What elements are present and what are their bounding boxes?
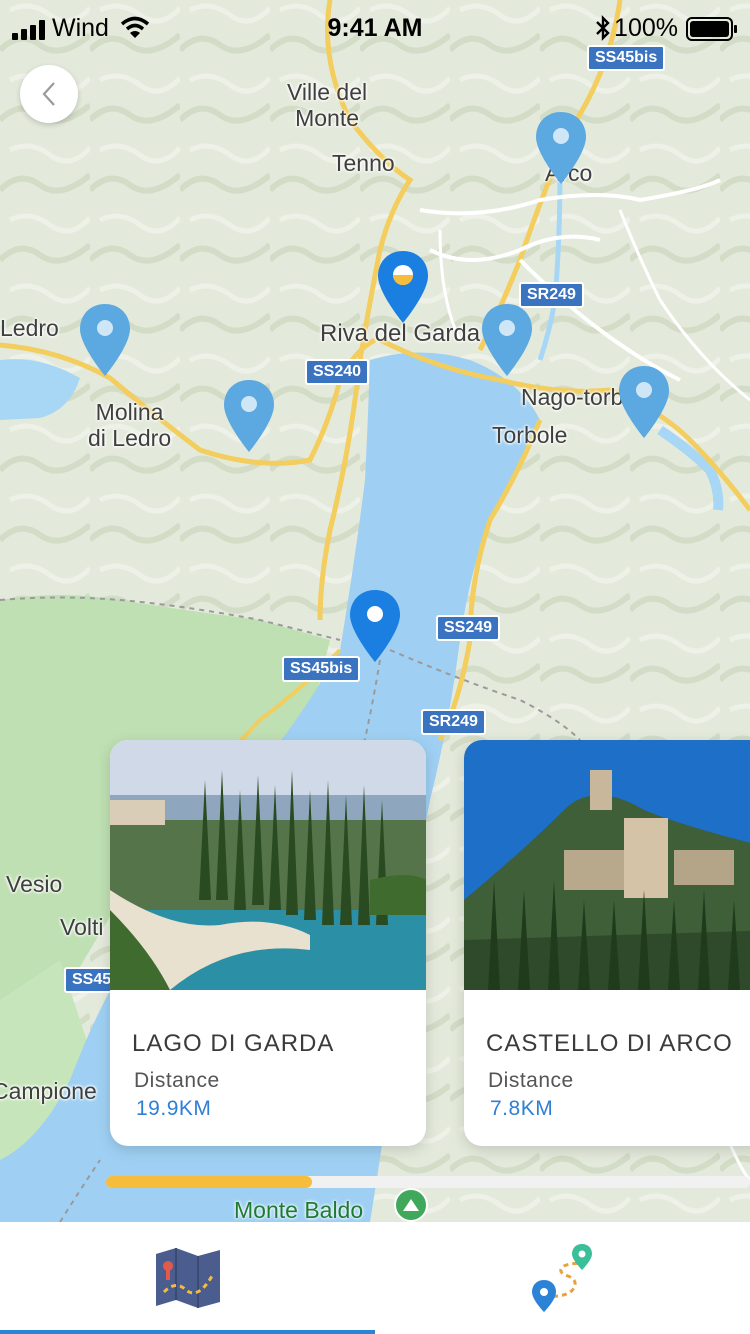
map-label-campione: Campione	[0, 1078, 97, 1104]
map-pin-lake[interactable]	[348, 588, 402, 664]
distance-label: Distance	[134, 1069, 220, 1092]
bluetooth-icon	[596, 15, 610, 41]
mountain-icon	[394, 1188, 428, 1222]
tab-map[interactable]	[0, 1222, 375, 1334]
map-label-tenno: Tenno	[332, 150, 395, 176]
map-label-monte-baldo: Monte Baldo	[234, 1197, 364, 1222]
distance-label: Distance	[488, 1069, 574, 1092]
map-pin-nago-torbole[interactable]	[617, 364, 671, 440]
map-pin-ledro[interactable]	[78, 302, 132, 378]
map-label-volti: Volti	[60, 914, 104, 940]
place-card[interactable]: CASTELLO DI ARCO Distance 7.8KM	[464, 740, 750, 1146]
active-tab-indicator	[0, 1330, 375, 1334]
place-title: LAGO DI GARDA	[132, 1030, 335, 1057]
distance-value: 19.9KM	[136, 1097, 212, 1120]
map-label-vesio: Vesio	[6, 871, 63, 897]
distance-value: 7.8KM	[490, 1097, 554, 1120]
road-shield: SS249	[436, 615, 501, 641]
place-title: CASTELLO DI ARCO	[486, 1030, 733, 1057]
carousel-progress-bar	[106, 1176, 750, 1188]
folded-map-icon	[155, 1248, 220, 1308]
map-label-torbole: Torbole	[492, 422, 568, 448]
back-button[interactable]	[20, 65, 78, 123]
road-shield: SR249	[421, 709, 486, 735]
map-pin-molina[interactable]	[222, 378, 276, 454]
battery-icon	[686, 17, 737, 41]
status-bar: Wind 9:41 AM 100%	[0, 0, 750, 56]
map-label-ledro: Ledro	[0, 315, 59, 341]
map-label-molina-di-ledro: Molina di Ledro	[88, 399, 172, 452]
place-card[interactable]: LAGO DI GARDA Distance 19.9KM	[110, 740, 426, 1146]
place-photo-castello-di-arco	[464, 740, 750, 990]
chevron-left-icon	[42, 82, 55, 106]
map-pin-current-location[interactable]	[376, 249, 430, 325]
tab-route[interactable]	[375, 1222, 750, 1334]
map-pin-riva-east[interactable]	[480, 302, 534, 378]
map-label-ville-del-monte: Ville del Monte	[287, 79, 368, 132]
map-pin-arco[interactable]	[534, 110, 588, 186]
tab-bar	[0, 1222, 750, 1334]
route-icon	[531, 1244, 592, 1312]
place-photo-lago-di-garda	[110, 740, 426, 990]
road-shield: SS240	[305, 359, 370, 385]
carousel-progress-fill	[106, 1176, 313, 1188]
battery-percentage: 100%	[614, 14, 678, 42]
